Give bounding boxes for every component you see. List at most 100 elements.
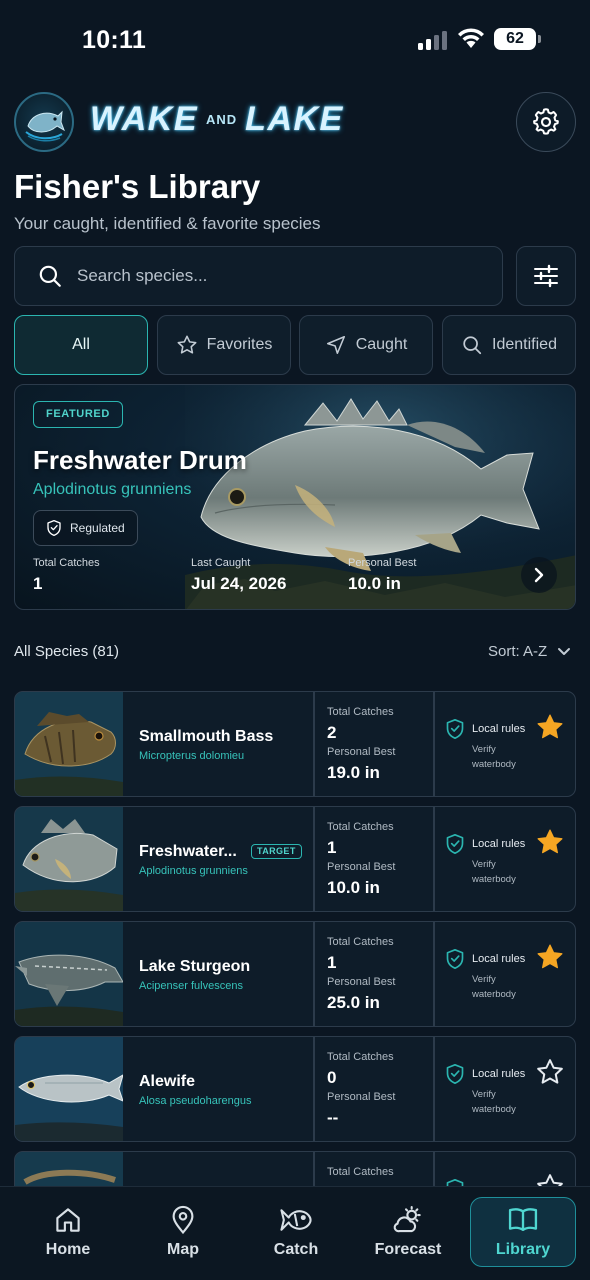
column-divider <box>313 692 315 796</box>
catches-value: 1 <box>327 838 337 857</box>
shield-check-icon <box>446 1064 464 1084</box>
smallmouth-bass-thumbnail <box>15 692 123 796</box>
personal-best-label: Personal Best <box>327 976 396 988</box>
tab-forecast[interactable]: Forecast <box>358 1197 458 1267</box>
species-scientific-name: Aplodinotus grunniens <box>139 865 248 877</box>
verify-waterbody-label: Verify waterbody <box>472 1089 516 1115</box>
species-row[interactable]: Freshwater... TARGET Aplodinotus grunnie… <box>14 806 576 912</box>
battery-icon: 62 <box>494 28 541 50</box>
shield-check-icon <box>446 718 464 739</box>
verify-waterbody-label: Verify waterbody <box>472 859 516 885</box>
stat-value: 1 <box>33 574 43 593</box>
brand-wordmark: WAKE AND LAKE <box>90 100 344 139</box>
chevron-right-icon <box>534 567 544 583</box>
featured-stat-last-caught: Last Caught Jul 24, 2026 <box>191 557 286 594</box>
shield-check-icon <box>47 520 61 536</box>
tab-library[interactable]: Library <box>470 1197 576 1267</box>
brand-word-lake: LAKE <box>245 100 344 138</box>
tab-home[interactable]: Home <box>18 1197 118 1267</box>
wifi-icon <box>458 28 484 48</box>
featured-stat-personal-best: Personal Best 10.0 in <box>348 557 416 594</box>
home-icon <box>56 1208 80 1232</box>
stat-label: Total Catches <box>33 557 100 569</box>
tab-map-label: Map <box>167 1241 199 1258</box>
status-bar: 10:11 62 <box>0 0 590 80</box>
featured-scientific-name: Aplodinotus grunniens <box>33 481 192 498</box>
chip-all-label: All <box>72 336 90 353</box>
regulated-badge: Regulated <box>33 510 138 546</box>
lake-sturgeon-thumbnail <box>15 922 123 1026</box>
settings-button[interactable] <box>516 92 576 152</box>
alewife-thumbnail <box>15 1037 123 1141</box>
shield-check-icon <box>446 833 464 854</box>
weather-icon <box>393 1206 421 1233</box>
species-row[interactable]: Smallmouth Bass Micropterus dolomieu Tot… <box>14 691 576 797</box>
column-divider <box>433 692 435 796</box>
stat-value: Jul 24, 2026 <box>191 574 287 593</box>
featured-stat-catches: Total Catches 1 <box>33 557 100 594</box>
star-filled-icon[interactable] <box>535 712 565 742</box>
species-scientific-name: Alosa pseudoharengus <box>139 1095 252 1107</box>
chip-caught[interactable]: Caught <box>299 315 433 375</box>
species-row[interactable]: Lake Sturgeon Acipenser fulvescens Total… <box>14 921 576 1027</box>
gear-icon <box>533 108 559 135</box>
personal-best-value: 19.0 in <box>327 763 380 782</box>
book-icon <box>508 1208 538 1232</box>
sliders-icon <box>534 264 558 288</box>
catches-value: 2 <box>327 723 337 742</box>
bottom-tab-bar: Home Map Catch Forecast Library <box>0 1186 590 1280</box>
brand-word-and: AND <box>206 112 238 127</box>
sort-label: Sort: A-Z <box>488 643 548 660</box>
local-rules-label: Local rules <box>472 723 526 735</box>
featured-badge: FEATURED <box>33 401 123 428</box>
species-row[interactable]: Alewife Alosa pseudoharengus Total Catch… <box>14 1036 576 1142</box>
chevron-down-icon <box>558 647 571 655</box>
star-filled-icon[interactable] <box>535 942 565 972</box>
star-outline-icon[interactable] <box>535 1057 565 1087</box>
tab-catch[interactable]: Catch <box>246 1197 346 1267</box>
cellular-signal-icon <box>418 30 448 50</box>
stat-value: 10.0 in <box>348 574 401 593</box>
catches-label: Total Catches <box>327 1166 394 1178</box>
page-subtitle: Your caught, identified & favorite speci… <box>14 214 321 233</box>
freshwater-drum-thumbnail <box>15 807 123 911</box>
chip-favorites[interactable]: Favorites <box>157 315 291 375</box>
tab-home-label: Home <box>45 1241 91 1258</box>
chip-identified[interactable]: Identified <box>442 315 576 375</box>
featured-next-button[interactable] <box>521 557 557 593</box>
catches-label: Total Catches <box>327 706 394 718</box>
regulated-label: Regulated <box>70 521 125 535</box>
column-divider <box>313 807 315 911</box>
filter-chips: All Favorites Caught Identified <box>14 315 576 375</box>
search-icon <box>463 336 482 355</box>
stat-label: Last Caught <box>191 557 251 569</box>
species-name: Freshwater... <box>139 843 237 860</box>
tab-map[interactable]: Map <box>133 1197 233 1267</box>
app-screen: 10:11 62 WAKE AND LAKE Fisher's Library … <box>0 0 590 1280</box>
filter-settings-button[interactable] <box>516 246 576 306</box>
local-rules-label: Local rules <box>472 838 526 850</box>
catches-label: Total Catches <box>327 821 394 833</box>
chip-all[interactable]: All <box>14 315 148 375</box>
featured-species-card[interactable]: FEATURED Freshwater Drum Aplodinotus gru… <box>14 384 576 610</box>
star-filled-icon[interactable] <box>535 827 565 857</box>
stat-label: Personal Best <box>348 557 417 569</box>
search-box[interactable] <box>14 246 503 306</box>
column-divider <box>433 807 435 911</box>
brand-logo-badge <box>14 92 74 152</box>
chip-caught-label: Caught <box>355 336 408 353</box>
personal-best-value: 10.0 in <box>327 878 380 897</box>
navigation-arrow-icon <box>326 335 345 355</box>
species-name: Smallmouth Bass <box>139 728 274 745</box>
sort-dropdown[interactable]: Sort: A-Z <box>488 643 571 660</box>
personal-best-value: 25.0 in <box>327 993 380 1012</box>
brand-word-wake: WAKE <box>90 100 198 138</box>
page-title: Fisher's Library <box>14 168 261 205</box>
chip-favorites-label: Favorites <box>206 336 273 353</box>
catches-value: 0 <box>327 1068 337 1087</box>
star-outline-icon <box>177 335 197 354</box>
search-input[interactable] <box>77 266 457 286</box>
personal-best-value: -- <box>327 1108 339 1127</box>
species-count-heading: All Species (81) <box>14 643 120 660</box>
local-rules-label: Local rules <box>472 953 526 965</box>
